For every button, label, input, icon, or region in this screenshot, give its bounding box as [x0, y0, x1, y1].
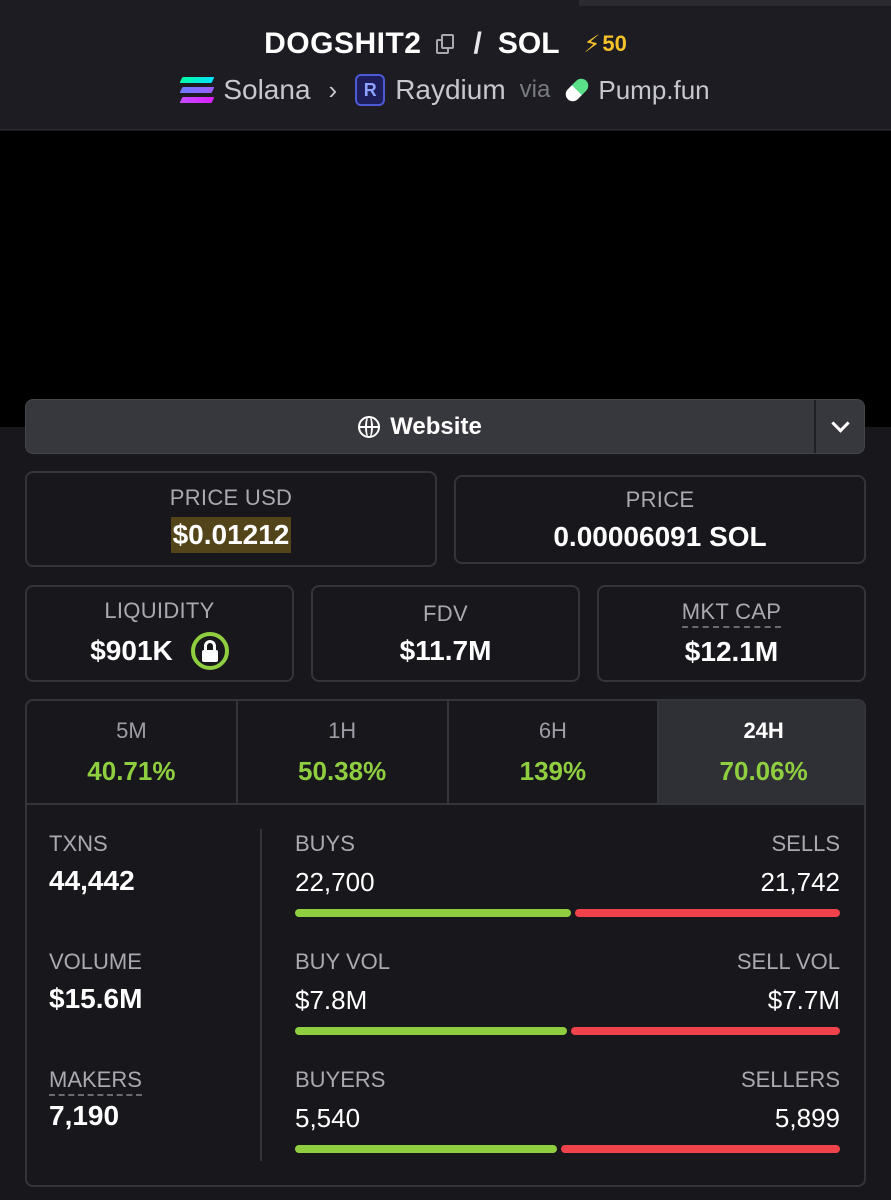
sells-label: SELLS: [771, 831, 841, 856]
buyers-sellers-bar: [295, 1145, 840, 1153]
buyers-label: BUYERS: [295, 1067, 386, 1092]
volume-bar: [295, 1027, 840, 1035]
via-label: via: [519, 76, 551, 103]
buys-label: BUYS: [295, 831, 355, 856]
sellers-label: SELLERS: [740, 1067, 840, 1092]
price-native-value: 0.00006091 SOL: [553, 520, 767, 552]
liquidity-box: LIQUIDITY $901K: [25, 585, 294, 682]
makers-label[interactable]: MAKERS: [49, 1067, 142, 1096]
buys-value: 22,700: [295, 867, 375, 897]
lightning-icon: ⚡: [583, 30, 601, 58]
buy-vol-value: $7.8M: [295, 985, 368, 1015]
chart-area[interactable]: [0, 131, 891, 427]
solana-icon: [179, 77, 215, 103]
tab-1h[interactable]: 1H 50.38%: [238, 701, 449, 803]
price-usd-value-wrap: $0.01212: [170, 517, 292, 553]
buyers-value: 5,540: [295, 1103, 361, 1133]
buys-bar-fill: [295, 909, 571, 917]
sell-vol-value: $7.7M: [767, 985, 840, 1015]
column-divider: [260, 829, 262, 1161]
txns-stat: TXNS 44,442: [49, 831, 135, 897]
price-usd-box: PRICE USD $0.01212: [25, 471, 437, 567]
tab-label: 6H: [538, 717, 567, 743]
chevron-down-icon: [830, 414, 850, 433]
price-native-box: PRICE 0.00006091 SOL: [454, 475, 866, 564]
dex-link[interactable]: Raydium: [395, 74, 505, 106]
buys-sells-ratio: BUYS SELLS 22,700 21,742: [295, 831, 840, 923]
website-button-label: Website: [390, 412, 482, 440]
volume-ratio: BUY VOL SELL VOL $7.8M $7.7M: [295, 949, 840, 1041]
sellers-bar-fill: [561, 1145, 840, 1153]
txn-stats-panel: 5M 40.71% 1H 50.38% 6H 139% 24H 70.06% T…: [25, 699, 866, 1187]
tab-change: 50.38%: [298, 755, 387, 786]
raydium-icon: R: [355, 74, 386, 106]
mktcap-label[interactable]: MKT CAP: [681, 599, 782, 628]
fdv-label: FDV: [423, 600, 468, 626]
buys-sells-bar: [295, 909, 840, 917]
timeframe-tabs: 5M 40.71% 1H 50.38% 6H 139% 24H 70.06%: [27, 701, 864, 805]
volume-label: VOLUME: [49, 949, 142, 974]
price-native-label: PRICE: [625, 486, 695, 512]
fdv-box: FDV $11.7M: [311, 585, 580, 682]
sell-vol-bar-fill: [571, 1027, 840, 1035]
tab-24h[interactable]: 24H 70.06%: [659, 701, 864, 803]
sells-value: 21,742: [760, 867, 840, 897]
lock-icon[interactable]: [190, 631, 229, 670]
globe-icon: [358, 415, 381, 438]
price-usd-label: PRICE USD: [169, 485, 293, 510]
base-token-symbol: DOGSHIT2: [264, 27, 422, 60]
chain-breadcrumb: Solana › R Raydium via Pump.fun: [0, 70, 891, 110]
links-dropdown-button[interactable]: [814, 400, 864, 453]
chevron-right-icon: ›: [328, 74, 338, 105]
quote-token-symbol: SOL: [497, 27, 560, 60]
website-button-group: Website: [25, 399, 865, 454]
buyers-sellers-ratio: BUYERS SELLERS 5,540 5,899: [295, 1067, 840, 1159]
buyers-bar-fill: [295, 1145, 557, 1153]
tab-5m[interactable]: 5M 40.71%: [27, 701, 238, 803]
liquidity-value-wrap: $901K: [90, 631, 229, 670]
tab-6h[interactable]: 6H 139%: [449, 701, 660, 803]
txns-value: 44,442: [49, 865, 135, 896]
mktcap-value: $12.1M: [684, 636, 779, 667]
liquidity-value: $901K: [90, 634, 173, 666]
buy-vol-bar-fill: [295, 1027, 567, 1035]
price-usd-value: $0.01212: [170, 517, 292, 553]
fdv-value: $11.7M: [399, 634, 492, 666]
chain-link[interactable]: Solana: [223, 74, 310, 106]
makers-stat: MAKERS 7,190: [49, 1067, 142, 1132]
pair-title-row: DOGSHIT2 / SOL ⚡ 50: [0, 24, 891, 64]
copy-icon[interactable]: [434, 33, 456, 55]
boost-count: 50: [602, 31, 627, 56]
mktcap-box: MKT CAP $12.1M: [597, 585, 866, 682]
volume-stat: VOLUME $15.6M: [49, 949, 142, 1015]
tab-change: 139%: [519, 755, 587, 786]
volume-value: $15.6M: [49, 983, 143, 1014]
sellers-value: 5,899: [774, 1103, 840, 1133]
tab-change: 70.06%: [719, 755, 808, 786]
pill-icon: [563, 75, 592, 105]
top-strip: [579, 0, 891, 6]
launchpad-link[interactable]: Pump.fun: [598, 75, 709, 106]
tab-label: 24H: [743, 717, 784, 743]
buy-vol-label: BUY VOL: [295, 949, 390, 974]
pair-separator: /: [473, 27, 482, 60]
tab-change: 40.71%: [87, 755, 176, 786]
website-button[interactable]: Website: [26, 400, 814, 453]
boost-badge[interactable]: ⚡ 50: [584, 30, 627, 59]
sells-bar-fill: [575, 909, 840, 917]
pair-header: DOGSHIT2 / SOL ⚡ 50 Solana › R Raydium v…: [0, 0, 891, 130]
makers-value: 7,190: [49, 1100, 120, 1131]
sell-vol-label: SELL VOL: [736, 949, 840, 974]
tab-label: 1H: [328, 717, 357, 743]
tab-label: 5M: [116, 717, 147, 743]
liquidity-label: LIQUIDITY: [104, 597, 215, 623]
txns-label: TXNS: [49, 831, 108, 856]
